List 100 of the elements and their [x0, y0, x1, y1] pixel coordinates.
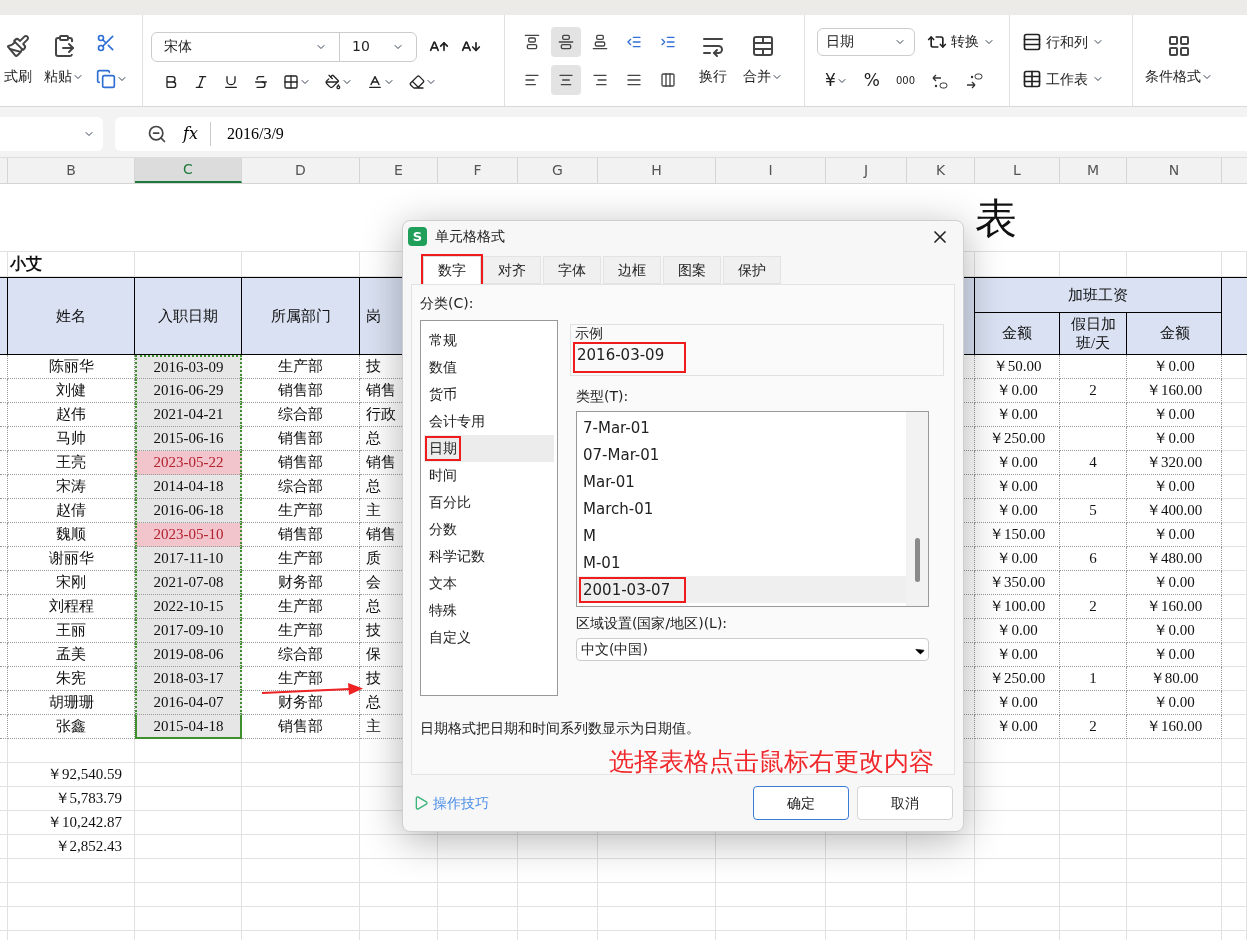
dialog-tab[interactable]: 对齐 [483, 256, 541, 285]
date-cell[interactable]: 2016-03-09 [135, 355, 242, 379]
copy-button[interactable] [96, 68, 128, 89]
date-cell[interactable]: 2017-09-10 [135, 619, 242, 643]
empty-cell [1222, 763, 1247, 787]
convert-button[interactable]: 转换 [927, 31, 995, 53]
date-cell[interactable]: 2018-03-17 [135, 667, 242, 691]
worksheet-button[interactable]: 工作表 [1022, 68, 1120, 90]
column-header[interactable]: E [360, 158, 438, 183]
column-header[interactable]: C [135, 158, 242, 183]
type-list[interactable]: 7-Mar-01 07-Mar-01 Mar-01 March-01 M M-01 2001-03-07 [576, 411, 929, 608]
column-header[interactable]: L [975, 158, 1060, 183]
ok-button[interactable]: 确定 [753, 786, 849, 821]
category-item[interactable]: 科学记数 [424, 543, 554, 571]
type-item[interactable]: March-01 [577, 495, 906, 523]
category-item[interactable]: 货币 [424, 381, 554, 409]
date-cell[interactable]: 2021-04-21 [135, 403, 242, 427]
date-cell[interactable]: 2016-06-29 [135, 379, 242, 403]
column-header[interactable]: J [826, 158, 907, 183]
formula-value[interactable]: 2016/3/9 [226, 122, 284, 146]
align-icon [592, 33, 608, 50]
category-list[interactable]: 常规 数值 货币 会计专用 日期 时间 百分比 分数 科学记数 文本 特殊 自定义 [420, 320, 558, 697]
empty-cell [1222, 475, 1247, 499]
column-header[interactable]: D [242, 158, 360, 183]
increase-decimal-button[interactable] [965, 72, 984, 89]
column-header[interactable]: F [438, 158, 518, 183]
format-painter-button[interactable]: 式刷 [0, 34, 32, 87]
decimal-arrow-icon [931, 72, 950, 89]
align-button[interactable] [551, 64, 581, 95]
empty-cell [1060, 859, 1127, 883]
empty-cell [1060, 763, 1127, 787]
category-item[interactable]: 时间 [424, 462, 554, 490]
date-cell[interactable]: 2023-05-22 [135, 451, 242, 475]
merge-button[interactable]: 合并 [743, 34, 783, 87]
type-item[interactable]: 7-Mar-01 [577, 414, 906, 442]
type-item[interactable]: 07-Mar-01 [577, 441, 906, 469]
cancel-button[interactable]: 取消 [857, 786, 953, 821]
description-text: 日期格式把日期和时间系列数显示为日期值。 [420, 719, 700, 739]
strikethrough-button[interactable] [253, 73, 269, 90]
position-cell-text: 总 [366, 477, 381, 497]
date-cell[interactable]: 2022-10-15 [135, 595, 242, 619]
type-item[interactable]: 2001-03-07 [577, 576, 906, 604]
empty-cell [1222, 643, 1247, 667]
underline-button[interactable] [223, 73, 239, 90]
dialog-tab[interactable]: 字体 [543, 256, 601, 285]
decrease-decimal-button[interactable] [931, 72, 950, 89]
category-item[interactable]: 特殊 [424, 597, 554, 625]
percent-button[interactable]: % [863, 67, 880, 94]
category-item[interactable]: 自定义 [424, 624, 554, 652]
dialog-tab[interactable]: 图案 [663, 256, 721, 285]
dialog-tab[interactable]: 保护 [723, 256, 781, 285]
date-cell[interactable]: 2016-04-07 [135, 691, 242, 715]
fill-color-button[interactable] [325, 73, 353, 90]
empty-cell [1060, 571, 1127, 595]
dialog-tab[interactable]: 数字 [423, 256, 481, 285]
align-button[interactable] [551, 26, 581, 57]
date-cell[interactable]: 2023-05-10 [135, 523, 242, 547]
date-cell[interactable]: 2019-08-06 [135, 643, 242, 667]
category-item[interactable]: 会计专用 [424, 408, 554, 436]
rows-columns-button[interactable]: 行和列 [1022, 31, 1120, 53]
bold-button[interactable] [163, 73, 179, 90]
zoom-out-icon[interactable] [147, 124, 167, 144]
border-button[interactable] [283, 73, 311, 90]
column-header[interactable]: H [598, 158, 716, 183]
category-item[interactable]: 常规 [424, 327, 554, 355]
amount-cell: ￥0.00 [1127, 523, 1222, 547]
category-item[interactable]: 文本 [424, 570, 554, 598]
category-item[interactable]: 数值 [424, 354, 554, 382]
font-color-button[interactable] [367, 73, 395, 90]
position-cell-text: 销售 [366, 525, 396, 545]
conditional-format-button[interactable]: 条件格式 [1145, 34, 1213, 87]
column-header[interactable]: M [1060, 158, 1127, 183]
date-cell[interactable]: 2017-11-10 [135, 547, 242, 571]
date-cell[interactable]: 2015-06-16 [135, 427, 242, 451]
type-item[interactable]: M-01 [577, 549, 906, 577]
category-item[interactable]: 分数 [424, 516, 554, 544]
scrollbar[interactable] [906, 412, 928, 607]
date-cell[interactable]: 2021-07-08 [135, 571, 242, 595]
category-item[interactable]: 百分比 [424, 489, 554, 517]
wrap-text-button[interactable]: 换行 [699, 34, 727, 87]
column-header[interactable]: G [518, 158, 598, 183]
department-cell: 销售部 [242, 379, 360, 403]
type-item[interactable]: Mar-01 [577, 468, 906, 496]
type-item[interactable]: M [577, 522, 906, 550]
currency-button[interactable]: ¥ [825, 67, 848, 94]
italic-button[interactable] [193, 73, 209, 90]
clear-button[interactable] [409, 73, 437, 90]
dialog-tab[interactable]: 边框 [603, 256, 661, 285]
column-header[interactable]: I [716, 158, 826, 183]
date-cell[interactable]: 2014-04-18 [135, 475, 242, 499]
function-label[interactable]: fx [183, 122, 211, 146]
locale-select[interactable]: 中文(中国) [576, 638, 929, 662]
column-header[interactable]: N [1127, 158, 1222, 183]
category-item[interactable]: 日期 [424, 435, 554, 463]
column-header[interactable]: K [907, 158, 975, 183]
thousands-button[interactable]: 000 [896, 75, 916, 86]
date-cell[interactable]: 2016-06-18 [135, 499, 242, 523]
paste-button[interactable]: 粘贴 [44, 34, 84, 87]
date-cell[interactable]: 2015-04-18 [135, 715, 242, 739]
number-format-select[interactable]: 日期 [817, 27, 915, 56]
